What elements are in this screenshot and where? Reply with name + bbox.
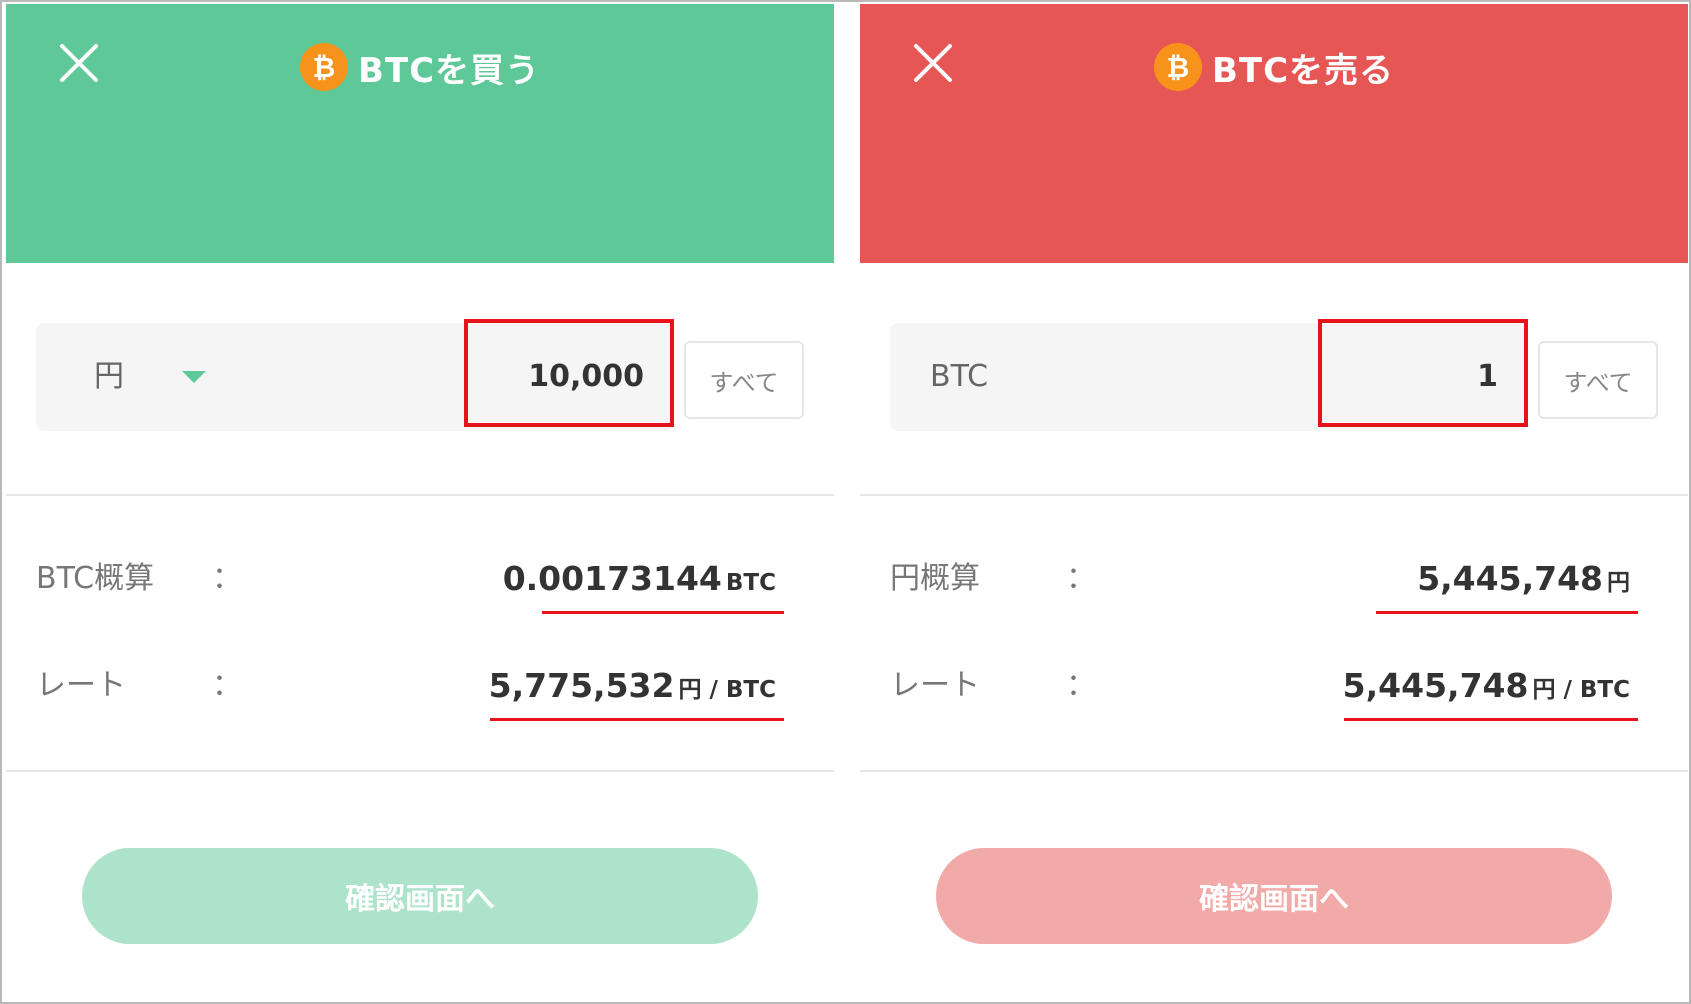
page-title: BTCを買う <box>357 50 541 91</box>
rate-number: 5,775,532 <box>488 666 675 705</box>
confirm-button[interactable]: 確認画面へ <box>82 848 758 944</box>
currency-label: BTC <box>930 359 989 394</box>
bitcoin-icon: ₿ <box>299 43 348 91</box>
estimate-number: 5,445,748 <box>1417 559 1603 598</box>
bitcoin-icon: ₿ <box>1153 43 1202 91</box>
estimate-unit: BTC <box>725 570 776 596</box>
divider <box>6 770 834 772</box>
rate-row: レート ： 5,775,532 円 / BTC <box>36 656 806 721</box>
rate-label: レート <box>36 668 126 703</box>
page-title: BTCを売る <box>1211 50 1395 91</box>
rate-number: 5,445,748 <box>1342 666 1529 705</box>
highlight-underline <box>1344 718 1638 721</box>
sell-header: ₿ BTCを売る <box>860 4 1688 263</box>
divider <box>860 494 1688 496</box>
estimate-row: BTC概算 ： 0.00173144 BTC <box>36 549 806 614</box>
amount-field[interactable]: BTC 1 <box>890 319 1528 431</box>
all-amount-button[interactable]: すべて <box>1538 341 1658 419</box>
amount-input-row: BTC 1 すべて <box>890 319 1660 431</box>
divider <box>6 494 834 496</box>
estimate-label: BTC概算 <box>36 561 155 596</box>
rate-value: 5,775,532 円 / BTC <box>489 656 776 722</box>
chevron-down-icon[interactable] <box>182 371 206 383</box>
currency-select-label[interactable]: 円 <box>94 323 124 431</box>
colon: ： <box>212 561 242 596</box>
divider <box>860 770 1688 772</box>
sell-btc-panel: ₿ BTCを売る BTC 1 すべて 円概算 ： 5,445,748 円 レート … <box>860 4 1688 1000</box>
highlight-underline <box>490 718 784 721</box>
rate-label: レート <box>890 668 980 703</box>
estimate-row: 円概算 ： 5,445,748 円 <box>890 549 1660 614</box>
rate-unit: 円 / BTC <box>1532 677 1630 703</box>
header-title: ₿ BTCを買う <box>6 42 834 92</box>
estimate-value: 0.00173144 BTC <box>503 549 776 615</box>
highlight-annotation <box>1318 319 1528 427</box>
estimate-number: 0.00173144 <box>502 559 722 598</box>
rate-unit: 円 / BTC <box>678 677 776 703</box>
estimate-label: 円概算 <box>890 561 980 596</box>
colon: ： <box>1066 668 1096 703</box>
buy-btc-panel: ₿ BTCを買う 円 10,000 すべて BTC概算 ： 0.00173144… <box>6 4 834 1000</box>
highlight-underline <box>1376 611 1638 614</box>
colon: ： <box>212 668 242 703</box>
amount-input-row: 円 10,000 すべて <box>36 319 806 431</box>
highlight-annotation <box>464 319 674 427</box>
estimate-value: 5,445,748 円 <box>1417 549 1630 615</box>
all-amount-button[interactable]: すべて <box>684 341 804 419</box>
header-title: ₿ BTCを売る <box>860 42 1688 92</box>
rate-row: レート ： 5,445,748 円 / BTC <box>890 656 1660 721</box>
buy-header: ₿ BTCを買う <box>6 4 834 263</box>
confirm-button[interactable]: 確認画面へ <box>936 848 1612 944</box>
amount-field[interactable]: 円 10,000 <box>36 319 674 431</box>
highlight-underline <box>542 611 784 614</box>
colon: ： <box>1066 561 1096 596</box>
estimate-unit: 円 <box>1607 570 1630 596</box>
rate-value: 5,445,748 円 / BTC <box>1343 656 1630 722</box>
